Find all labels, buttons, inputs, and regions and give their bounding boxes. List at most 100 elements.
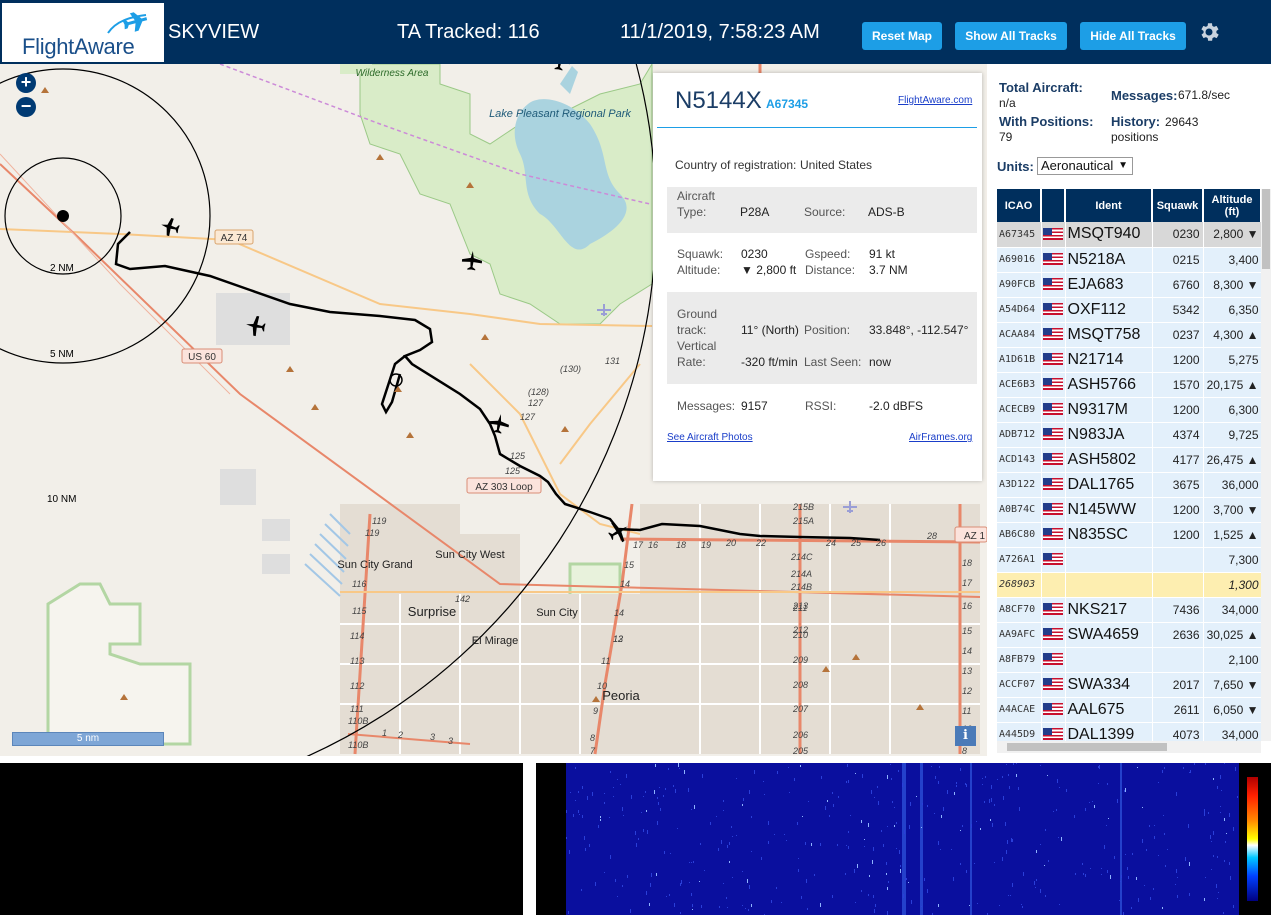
column-header-squawk[interactable]: Squawk (1152, 189, 1204, 222)
svg-text:25: 25 (850, 538, 862, 548)
datetime-display: 11/1/2019, 7:58:23 AM (620, 21, 820, 43)
table-row[interactable]: ACD143 ASH5802 4177 26,475 ▲ (997, 447, 1261, 473)
table-row[interactable]: ACECB9 N9317M 1200 6,300 (997, 397, 1261, 423)
aircraft-marker-icon[interactable] (549, 64, 572, 72)
us-flag-icon (1043, 503, 1063, 516)
table-row[interactable]: ACCF07 SWA334 2017 7,650 ▼ (997, 672, 1261, 698)
vertical-rate-value: -320 ft/min (741, 355, 798, 369)
svg-text:206: 206 (792, 730, 808, 740)
ground-track-value: 11° (North) (741, 323, 799, 337)
us-flag-icon (1043, 328, 1063, 341)
scrollbar-thumb[interactable] (1262, 189, 1270, 269)
svg-text:16: 16 (648, 540, 658, 550)
messages-rate-label: Messages: (1111, 88, 1178, 103)
selected-aircraft-marker-icon[interactable] (487, 412, 510, 434)
cell-altitude: 9,725 (1203, 422, 1261, 448)
cell-altitude: 36,000 (1203, 472, 1261, 498)
cell-altitude: 8,300 ▼ (1203, 272, 1261, 298)
cell-squawk: 2611 (1152, 697, 1204, 723)
hide-all-tracks-button[interactable]: Hide All Tracks (1080, 22, 1186, 50)
us-flag-icon (1043, 278, 1063, 291)
airframes-link[interactable]: AirFrames.org (909, 432, 972, 443)
cell-altitude: 6,050 ▼ (1203, 697, 1261, 723)
cell-altitude: 34,000 (1203, 597, 1261, 623)
table-row[interactable]: A445D9 DAL1399 4073 34,000 (997, 722, 1261, 741)
cell-icao: ACAA84 (997, 322, 1042, 348)
table-row[interactable]: ADB712 N983JA 4374 9,725 (997, 422, 1261, 448)
table-row[interactable]: A0B74C N145WW 1200 3,700 ▼ (997, 497, 1261, 523)
column-header-altitude[interactable]: Altitude (ft) (1203, 189, 1261, 222)
table-row[interactable]: A726A1 7,300 (997, 547, 1261, 573)
scrollbar-thumb[interactable] (1007, 743, 1167, 751)
svg-text:28: 28 (926, 531, 937, 541)
cell-altitude: 4,300 ▲ (1203, 322, 1261, 348)
svg-text:116: 116 (352, 579, 366, 589)
column-header-icao[interactable]: ICAO (997, 189, 1042, 222)
aircraft-marker-icon[interactable] (159, 216, 181, 238)
table-row[interactable]: A3D122 DAL1765 3675 36,000 (997, 472, 1261, 498)
cell-ident: N21714 (1065, 347, 1153, 373)
map-info-button[interactable]: i (955, 726, 976, 746)
popup-icao: A67345 (766, 97, 809, 111)
cell-squawk: 4177 (1152, 447, 1204, 473)
cell-altitude: 3,400 (1203, 247, 1261, 273)
cell-ident: ASH5766 (1065, 372, 1153, 398)
last-seen-value: now (869, 355, 892, 369)
svg-text:110B: 110B (348, 716, 368, 726)
table-row[interactable]: ACAA84 MSQT758 0237 4,300 ▲ (997, 322, 1261, 348)
reset-map-button[interactable]: Reset Map (862, 22, 942, 50)
svg-text:AZ 1: AZ 1 (964, 531, 986, 542)
table-horizontal-scrollbar[interactable] (997, 741, 1261, 753)
table-row[interactable]: A69016 N5218A 0215 3,400 (997, 247, 1261, 273)
cell-squawk: 1200 (1152, 347, 1204, 373)
with-positions-value: 79 (999, 130, 1013, 144)
svg-text:205: 205 (792, 746, 809, 756)
table-row[interactable]: ACE6B3 ASH5766 1570 20,175 ▲ (997, 372, 1261, 398)
svg-text:17: 17 (962, 578, 973, 588)
place-label: Sun City West (435, 549, 505, 561)
svg-text:20: 20 (725, 538, 736, 548)
table-row[interactable]: A67345 MSQT940 0230 2,800 ▼ (997, 222, 1261, 248)
table-row[interactable]: 268903 1,300 (997, 572, 1261, 598)
cell-ident: OXF112 (1065, 297, 1153, 323)
table-vertical-scrollbar[interactable] (1261, 189, 1271, 741)
cell-altitude: 34,000 (1203, 722, 1261, 741)
table-row[interactable]: A8FB79 2,100 (997, 647, 1261, 673)
cell-ident: DAL1765 (1065, 472, 1153, 498)
vertical-rate-label: Vertical (677, 339, 717, 353)
column-header-flag[interactable] (1041, 189, 1066, 222)
cell-ident (1065, 572, 1153, 598)
popup-section-track: Ground track: 11° (North) Position: 33.8… (667, 292, 977, 384)
table-row[interactable]: A8CF70 NKS217 7436 34,000 (997, 597, 1261, 623)
distance-value: 3.7 NM (869, 263, 908, 277)
flightaware-link[interactable]: FlightAware.com (898, 95, 972, 106)
table-row[interactable]: A54D64 OXF112 5342 6,350 (997, 297, 1261, 323)
table-row[interactable]: A4ACAE AAL675 2611 6,050 ▼ (997, 697, 1261, 723)
aircraft-table-container[interactable]: ICAO Ident Squawk Altitude (ft) A67345 MS… (997, 189, 1261, 741)
cell-flag (1041, 422, 1066, 448)
column-header-ident[interactable]: Ident (1065, 189, 1153, 222)
cell-altitude: 1,300 (1203, 572, 1261, 598)
table-row[interactable]: A90FCB EJA683 6760 8,300 ▼ (997, 272, 1261, 298)
cell-squawk: 0215 (1152, 247, 1204, 273)
cell-ident: N5218A (1065, 247, 1153, 273)
gear-icon[interactable] (1197, 20, 1221, 44)
zoom-out-button[interactable]: − (16, 97, 36, 117)
cell-icao: A67345 (997, 222, 1042, 248)
cell-squawk (1152, 647, 1204, 673)
svg-text:(130): (130) (560, 364, 581, 374)
zoom-in-button[interactable]: + (16, 73, 36, 93)
cell-icao: A726A1 (997, 547, 1042, 573)
aircraft-photos-link[interactable]: See Aircraft Photos (667, 432, 753, 443)
units-dropdown[interactable]: Aeronautical ▼ (1037, 157, 1133, 175)
svg-text:215B: 215B (792, 502, 814, 512)
cell-icao: 268903 (997, 572, 1042, 598)
flightaware-logo[interactable]: FlightAware (2, 3, 164, 62)
table-row[interactable]: A1D61B N21714 1200 5,275 (997, 347, 1261, 373)
svg-text:119: 119 (372, 516, 386, 526)
range-label: 2 NM (50, 263, 74, 274)
table-row[interactable]: AB6C80 N835SC 1200 1,525 ▲ (997, 522, 1261, 548)
cell-squawk: 0230 (1152, 222, 1204, 248)
table-row[interactable]: AA9AFC SWA4659 2636 30,025 ▲ (997, 622, 1261, 648)
show-all-tracks-button[interactable]: Show All Tracks (955, 22, 1067, 50)
